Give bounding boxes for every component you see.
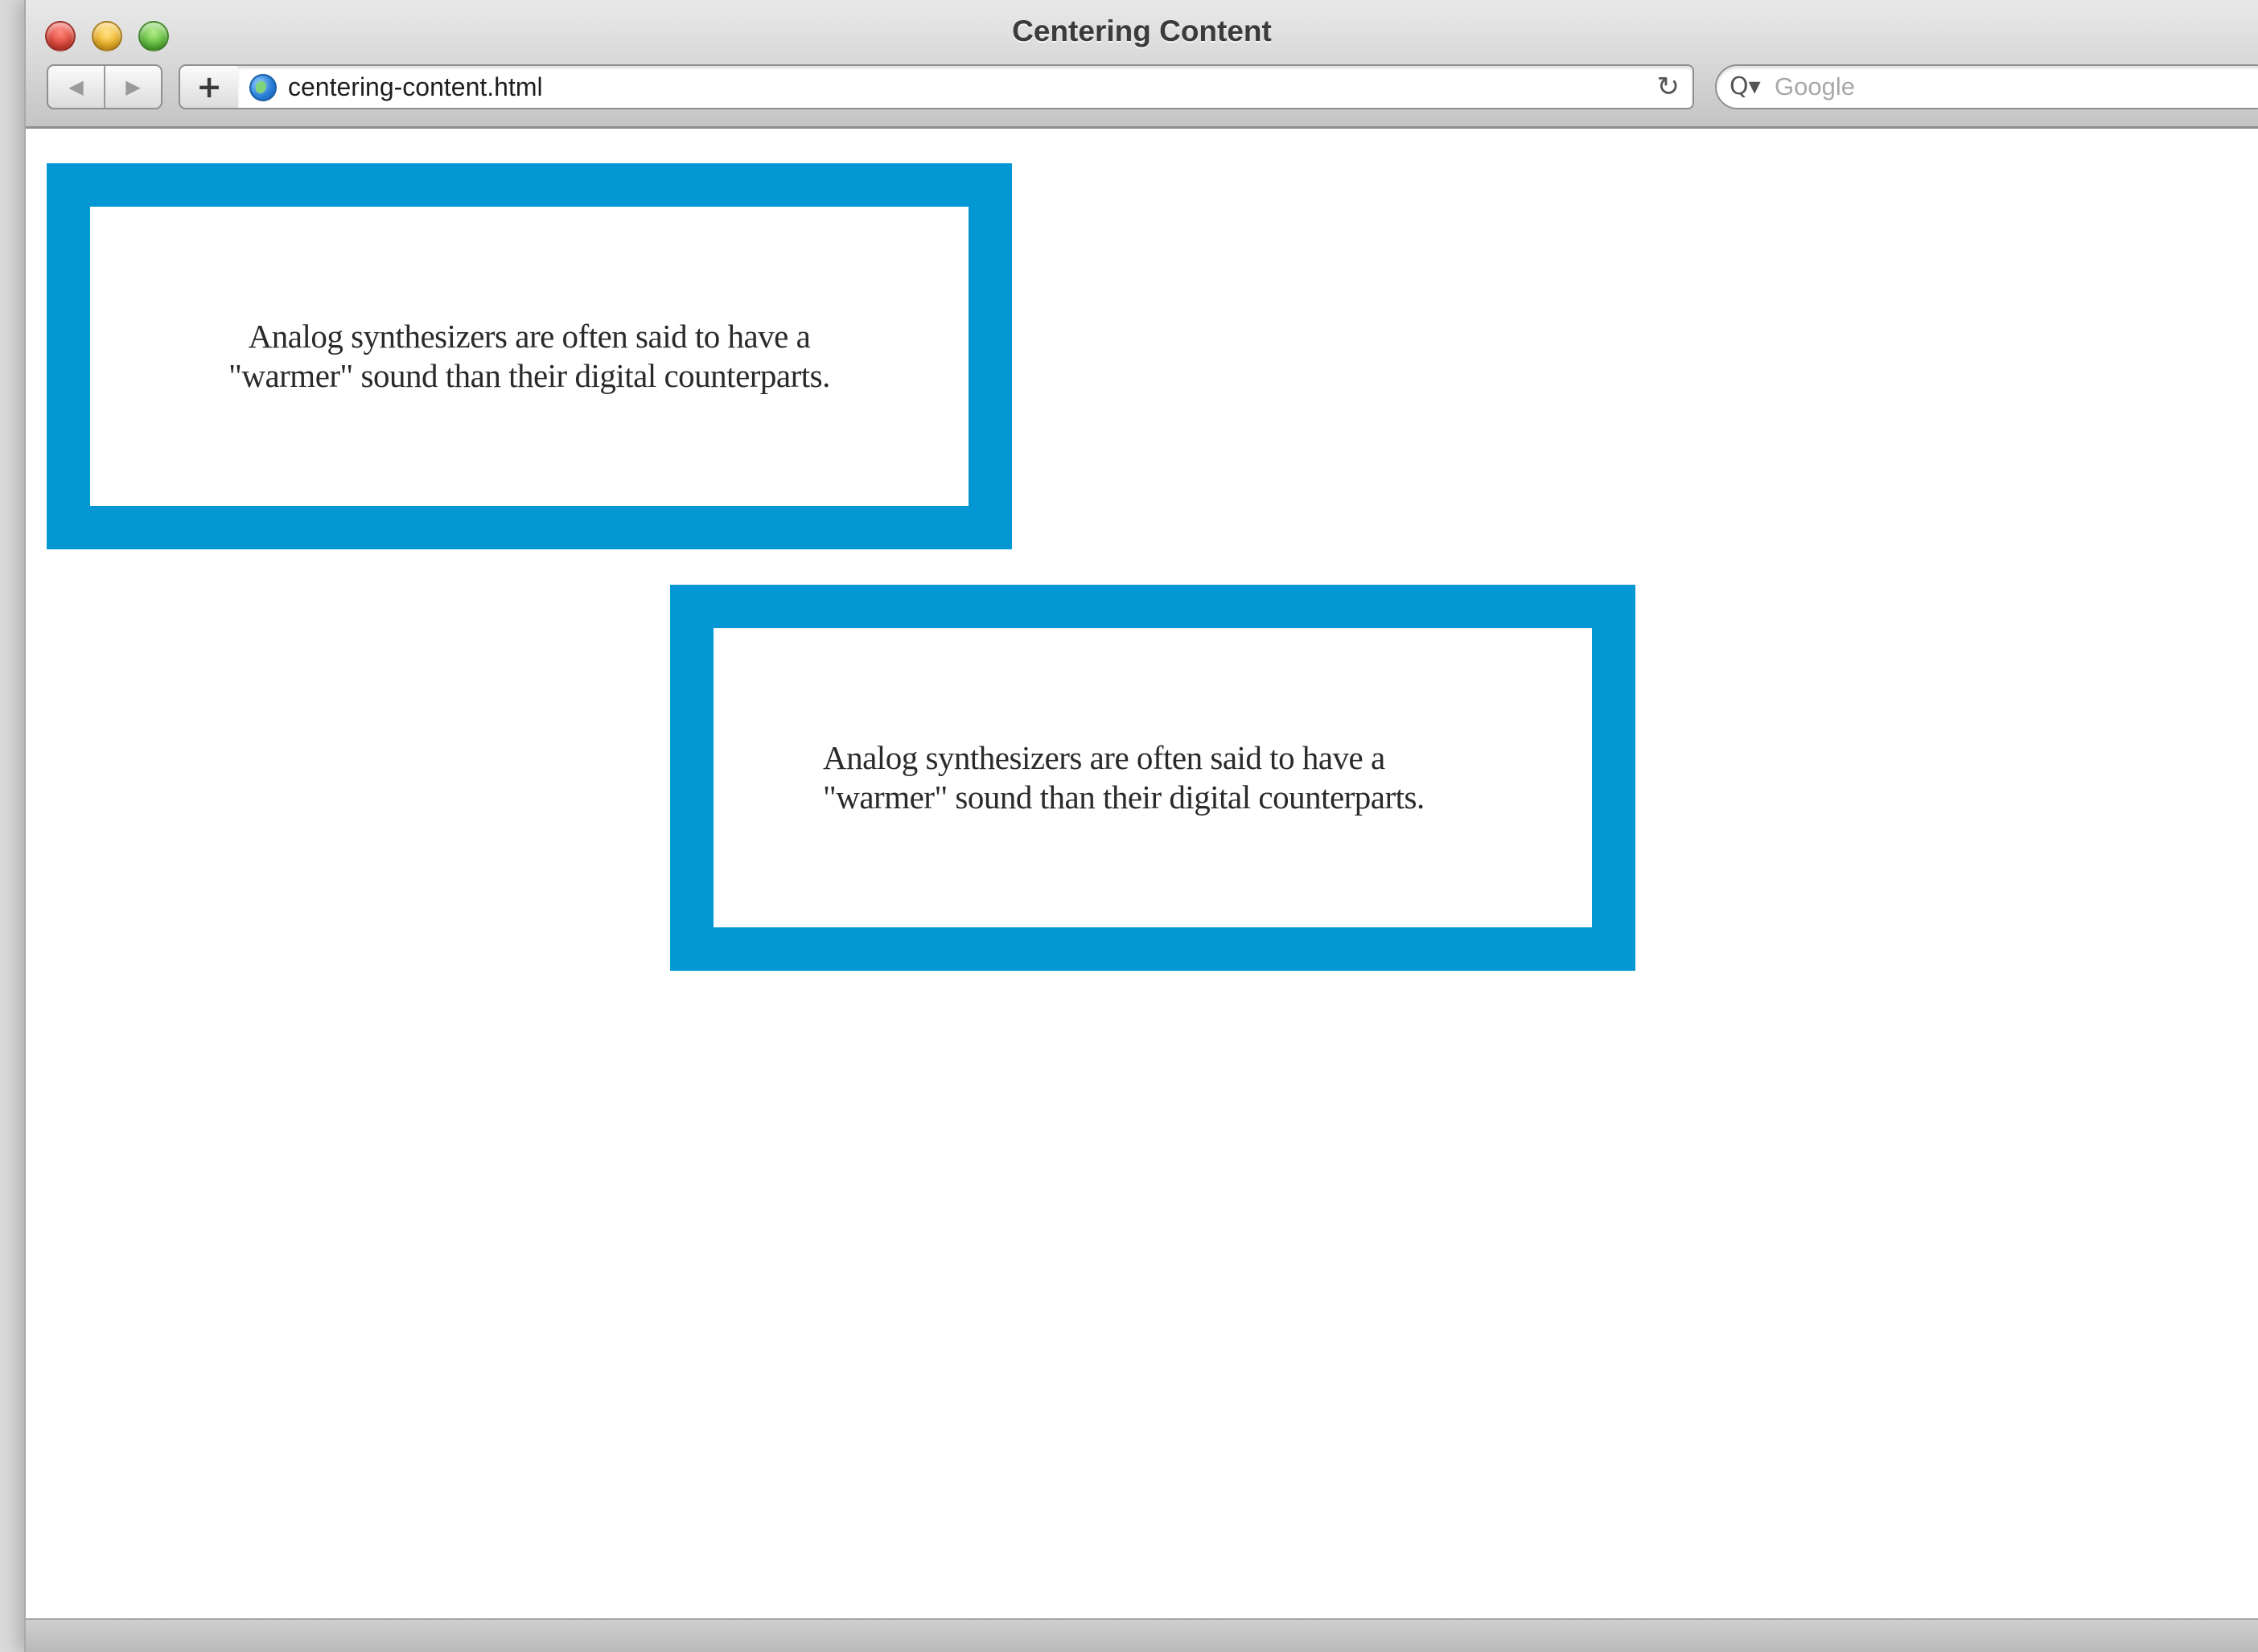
window-title: Centering Content xyxy=(1012,14,1272,47)
globe-icon xyxy=(249,74,277,101)
search-field[interactable]: Q▾ xyxy=(1715,64,2258,109)
content-box-left: Analog synthesizers are often said to ha… xyxy=(47,163,1012,549)
forward-arrow-icon: ▶ xyxy=(125,76,141,98)
box-text: Analog synthesizers are often said to ha… xyxy=(823,738,1483,817)
reload-icon[interactable]: ↻ xyxy=(1657,66,1680,108)
browser-window: Centering Content ◀ ▶ + centering-conten… xyxy=(24,0,2258,1652)
browser-toolbar: Centering Content ◀ ▶ + centering-conten… xyxy=(26,0,2258,129)
forward-button[interactable]: ▶ xyxy=(104,66,161,108)
box-text: Analog synthesizers are often said to ha… xyxy=(199,317,859,396)
status-bar xyxy=(26,1618,2258,1652)
add-bookmark-button[interactable]: + xyxy=(179,64,240,109)
plus-icon: + xyxy=(196,69,222,105)
box-text-line: Analog synthesizers are often said to ha… xyxy=(823,739,1385,776)
url-text[interactable]: centering-content.html xyxy=(288,66,543,108)
search-icon[interactable]: Q▾ xyxy=(1729,66,1761,108)
address-bar[interactable]: centering-content.html ↻ xyxy=(238,64,1694,109)
back-button[interactable]: ◀ xyxy=(48,66,104,108)
page-content: Analog synthesizers are often said to ha… xyxy=(26,129,2258,1618)
search-input[interactable] xyxy=(1773,69,2256,105)
content-box-centered: Analog synthesizers are often said to ha… xyxy=(670,585,1635,971)
box-text-line: "warmer" sound than their digital counte… xyxy=(228,357,830,394)
box-text-line: "warmer" sound than their digital counte… xyxy=(823,779,1425,816)
box-text-line: Analog synthesizers are often said to ha… xyxy=(248,318,811,355)
back-arrow-icon: ◀ xyxy=(68,76,84,98)
back-forward-group: ◀ ▶ xyxy=(47,64,162,109)
